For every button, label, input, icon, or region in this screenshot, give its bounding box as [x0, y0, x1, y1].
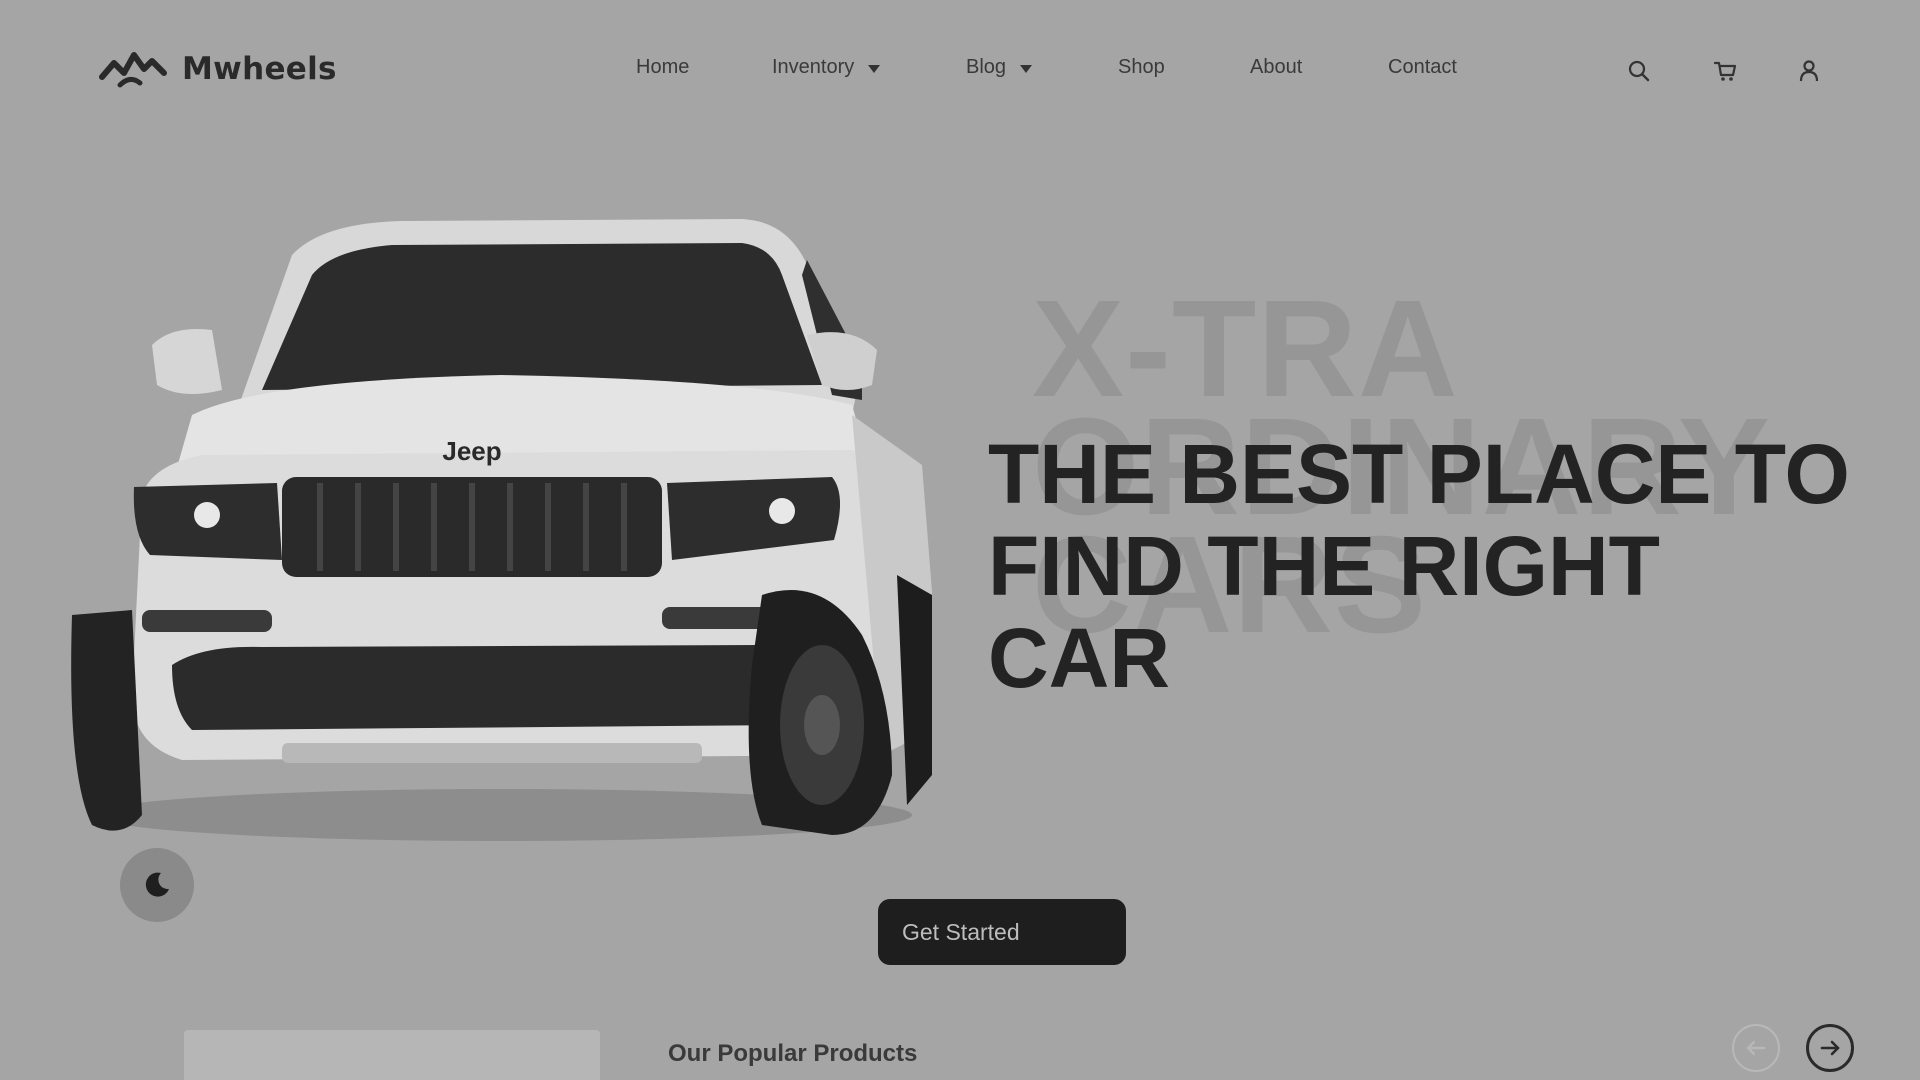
moon-icon: [145, 872, 169, 897]
carousel-prev-button[interactable]: [1732, 1024, 1780, 1072]
hero-title-line: CAR: [988, 611, 1170, 705]
theme-toggle-button[interactable]: [120, 848, 194, 922]
nav-item-blog[interactable]: Blog: [966, 56, 1033, 79]
chevron-down-icon: [1020, 65, 1033, 73]
nav-item-about[interactable]: About: [1250, 56, 1302, 79]
chevron-down-icon: [868, 65, 881, 73]
hero-title-line: FIND THE RIGHT: [988, 519, 1660, 613]
section-title: Our Popular Products: [668, 1040, 918, 1067]
product-card[interactable]: [184, 1030, 600, 1080]
user-icon[interactable]: [1796, 58, 1822, 84]
nav-item-contact[interactable]: Contact: [1388, 56, 1457, 79]
arrow-right-icon: [1820, 1040, 1840, 1056]
nav-item-label: Inventory: [772, 56, 855, 78]
nav-item-label: About: [1250, 56, 1303, 78]
nav-item-home[interactable]: Home: [636, 56, 689, 79]
hero-car-image: Jeep: [62, 215, 932, 855]
carousel-next-button[interactable]: [1806, 1024, 1854, 1072]
get-started-button[interactable]: Get Started: [878, 899, 1126, 965]
cart-icon[interactable]: [1712, 58, 1738, 84]
nav-item-label: Home: [636, 56, 690, 78]
hero-title: THE BEST PLACE TO FIND THE RIGHT CAR: [988, 428, 1868, 704]
nav-item-inventory[interactable]: Inventory: [772, 56, 881, 79]
nav-item-shop[interactable]: Shop: [1118, 56, 1165, 79]
car-badge: Jeep: [442, 436, 501, 466]
arrow-left-icon: [1746, 1040, 1766, 1056]
nav-item-label: Shop: [1118, 56, 1165, 78]
search-icon[interactable]: [1626, 58, 1652, 84]
nav-item-label: Contact: [1388, 56, 1457, 78]
nav-item-label: Blog: [966, 56, 1007, 78]
hero-title-line: THE BEST PLACE TO: [988, 427, 1850, 521]
site-header: Mwheels Home Inventory Blog Shop About C…: [0, 0, 1920, 140]
